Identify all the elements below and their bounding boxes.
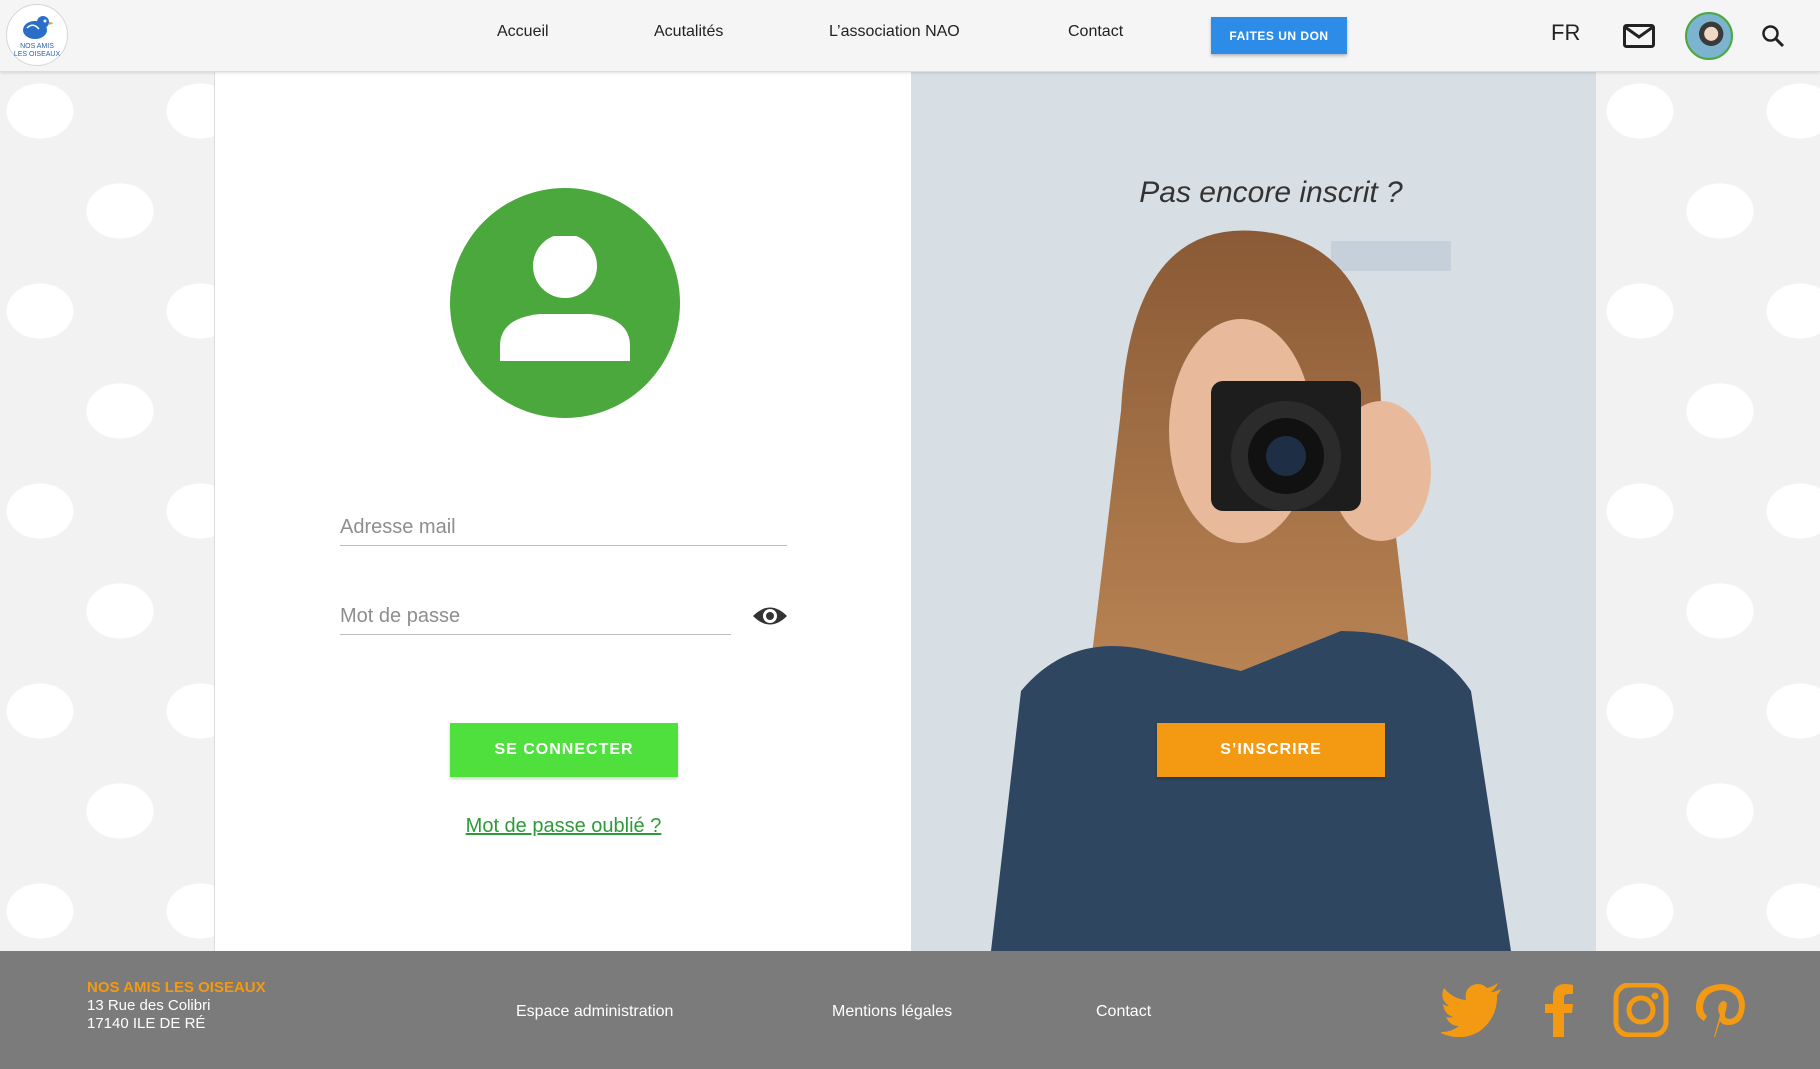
search-icon[interactable] xyxy=(1761,24,1785,48)
facebook-icon[interactable] xyxy=(1528,983,1590,1037)
mail-icon[interactable] xyxy=(1623,24,1655,48)
logo-text-line1: NOS AMIS xyxy=(20,42,54,50)
logo-text-line2: LES OISEAUX xyxy=(13,50,61,58)
site-logo[interactable]: NOS AMIS LES OISEAUX xyxy=(6,4,68,66)
email-field[interactable] xyxy=(340,509,787,546)
instagram-icon[interactable] xyxy=(1610,983,1672,1037)
language-selector[interactable]: FR xyxy=(1551,20,1580,46)
forgot-password-text[interactable]: Mot de passe oublié ? xyxy=(466,815,662,837)
user-placeholder-avatar xyxy=(450,188,680,418)
footer-org-name: NOS AMIS LES OISEAUX xyxy=(87,979,266,996)
nav-link-contact[interactable]: Contact xyxy=(1068,23,1123,41)
signup-button[interactable]: S’INSCRIRE xyxy=(1157,723,1385,777)
footer-link-legal[interactable]: Mentions légales xyxy=(832,1003,952,1021)
footer-address-line2: 17140 ILE DE RÉ xyxy=(87,1015,206,1032)
footer-address-line1: 13 Rue des Colibri xyxy=(87,997,211,1014)
footer-link-contact[interactable]: Contact xyxy=(1096,1003,1151,1021)
forgot-password-link: Mot de passe oublié ? xyxy=(215,815,912,838)
footer-link-admin[interactable]: Espace administration xyxy=(516,1003,673,1021)
nav-link-association[interactable]: L’association NAO xyxy=(829,23,960,41)
top-navigation-bar: NOS AMIS LES OISEAUX Accueil Acutalités … xyxy=(0,0,1820,72)
nav-link-actualites[interactable]: Acutalités xyxy=(654,23,723,41)
show-password-eye-icon[interactable] xyxy=(752,603,788,629)
login-button[interactable]: SE CONNECTER xyxy=(450,723,678,777)
person-icon xyxy=(500,236,630,361)
password-field[interactable] xyxy=(340,598,731,635)
donate-button[interactable]: FAITES UN DON xyxy=(1211,17,1347,54)
login-panel: SE CONNECTER Mot de passe oublié ? xyxy=(214,71,912,951)
pinterest-icon[interactable] xyxy=(1690,983,1752,1037)
nav-link-accueil[interactable]: Accueil xyxy=(497,23,549,41)
signup-panel: Pas encore inscrit ? S’INSCRIRE xyxy=(911,71,1596,951)
signup-heading: Pas encore inscrit ? xyxy=(1139,176,1403,209)
logo-text: NOS AMIS LES OISEAUX xyxy=(14,43,60,59)
footer: NOS AMIS LES OISEAUX 13 Rue des Colibri … xyxy=(0,951,1820,1069)
twitter-icon[interactable] xyxy=(1441,983,1503,1037)
user-avatar[interactable] xyxy=(1685,12,1733,60)
bird-logo-icon xyxy=(23,15,54,39)
